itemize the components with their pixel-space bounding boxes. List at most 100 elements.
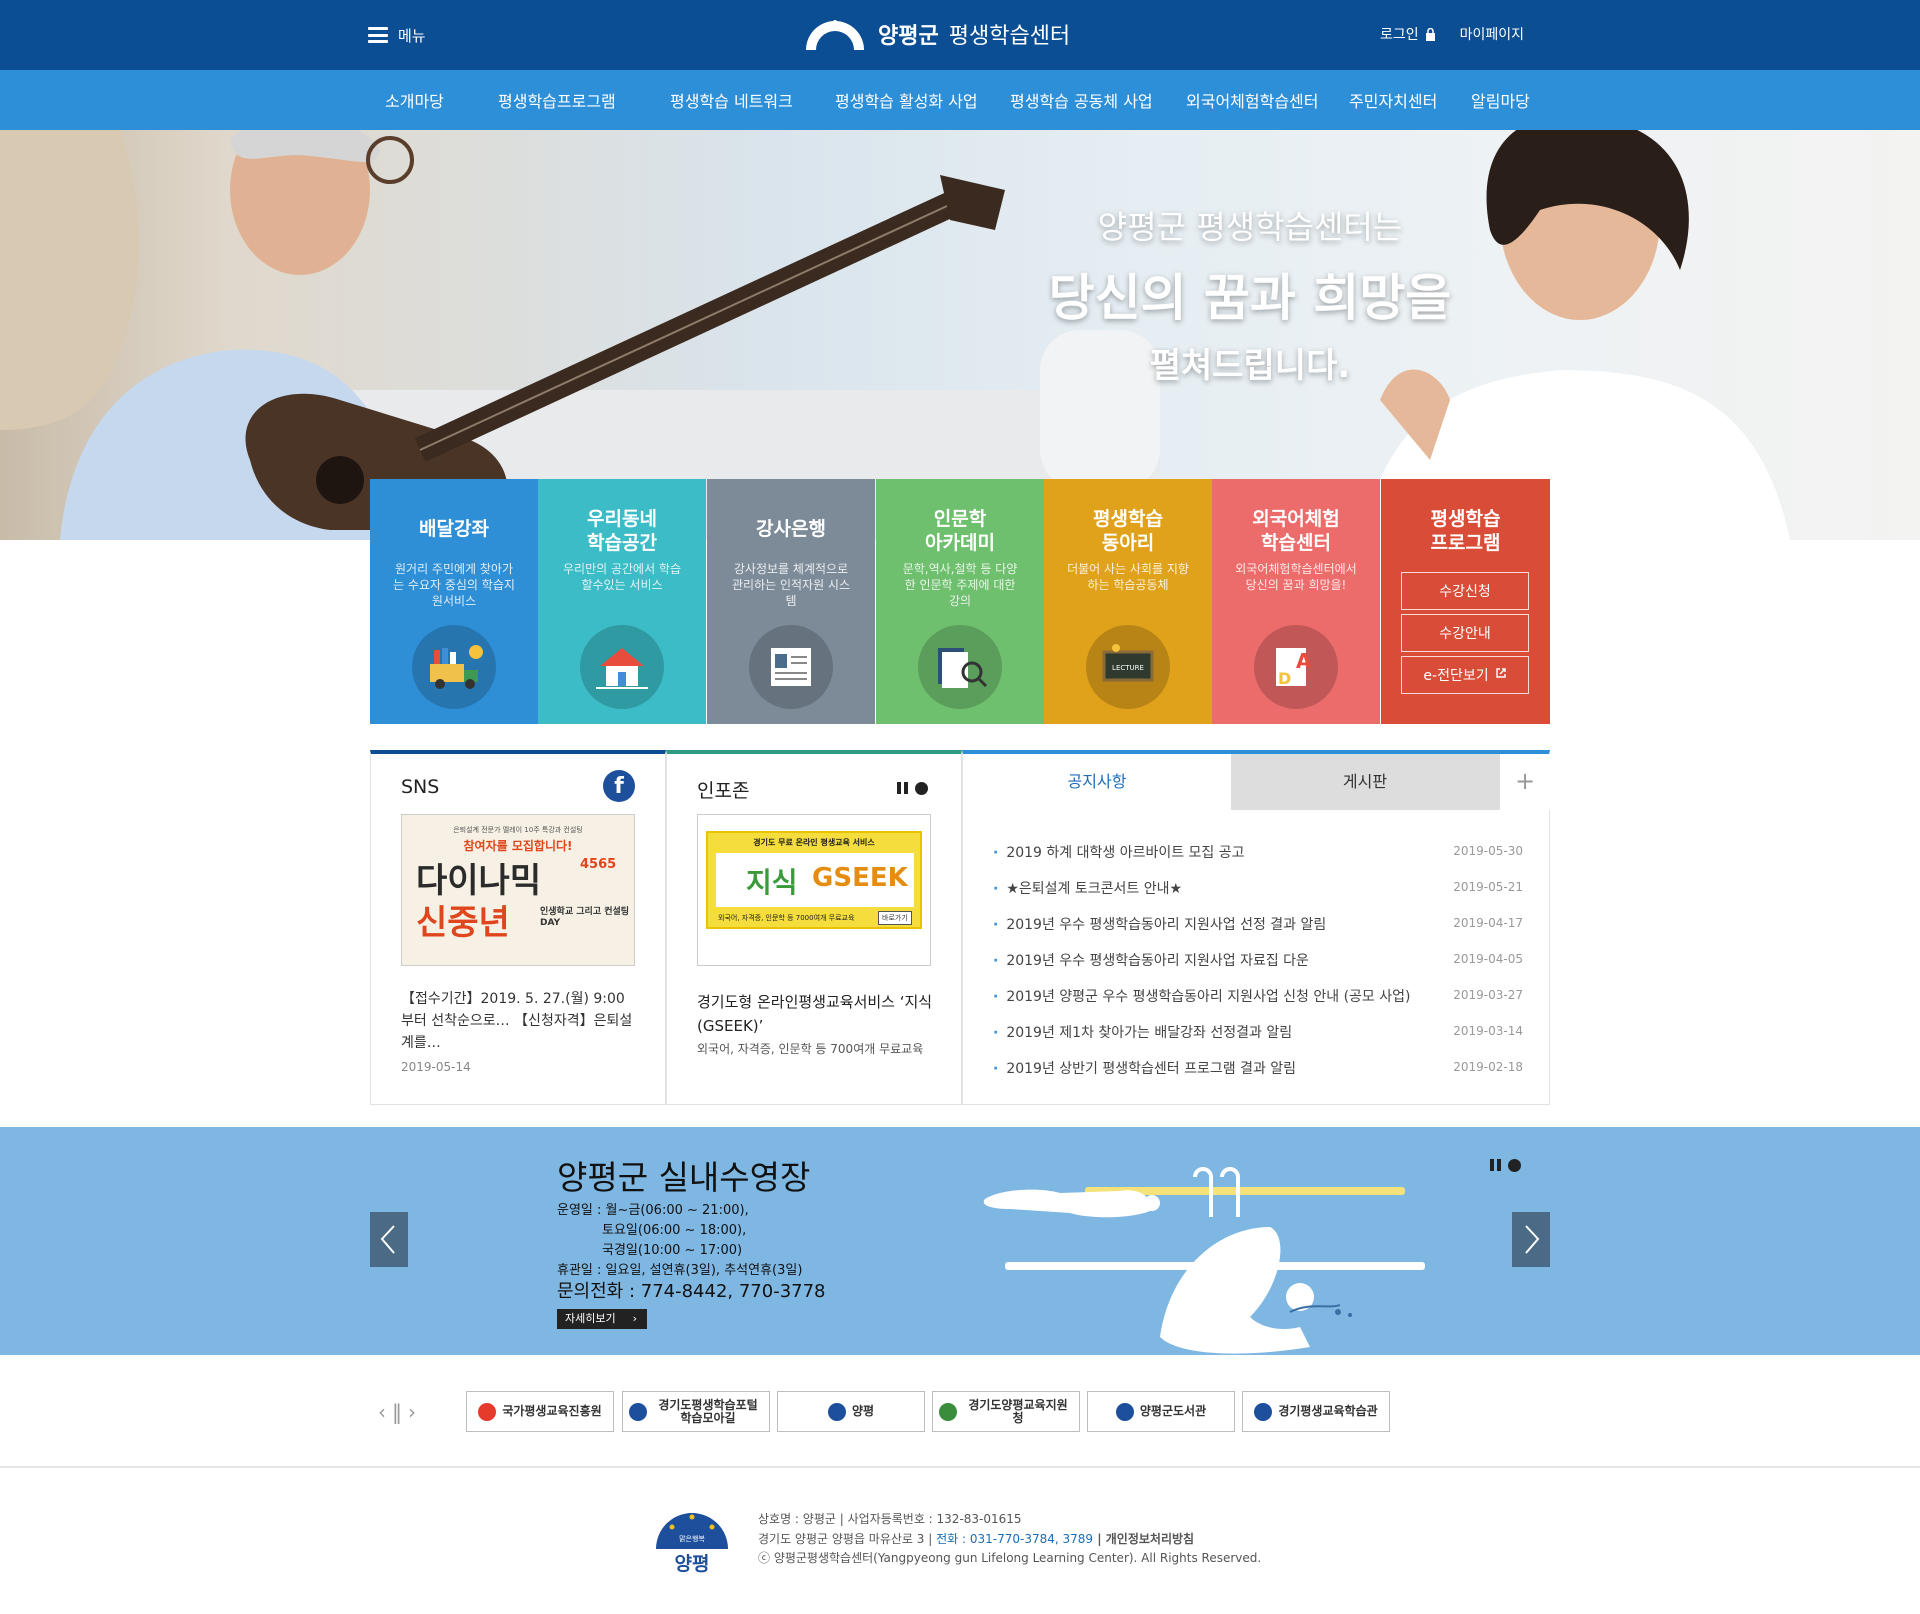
nav-item-community[interactable]: 평생학습 공동체 사업 xyxy=(1010,88,1153,112)
partner-controls: ‹ ‖ › xyxy=(378,1400,428,1424)
tile-lifelong-program: 평생학습 프로그램 수강신청 수강안내 e-전단보기 xyxy=(1381,479,1550,724)
notice-item[interactable]: 2019년 우수 평생학습동아리 지원사업 선정 결과 알림 2019-04-17 xyxy=(993,914,1523,934)
button-label: 수강안내 xyxy=(1439,626,1491,642)
tile-foreign-language-center[interactable]: 외국어체험 학습센터 외국어체험학습센터에서 당신의 꿈과 희망을! A D xyxy=(1212,479,1380,724)
notice-item[interactable]: 2019년 우수 평생학습동아리 지원사업 자료집 다운 2019-04-05 xyxy=(993,950,1523,970)
notice-item[interactable]: 2019년 제1차 찾아가는 배달강좌 선정결과 알림 2019-03-14 xyxy=(993,1022,1523,1042)
nav-item-program[interactable]: 평생학습프로그램 xyxy=(498,88,616,112)
nav-item-intro[interactable]: 소개마당 xyxy=(385,88,444,112)
chevron-right-icon xyxy=(1525,1225,1540,1254)
notice-item-date: 2019-05-21 xyxy=(1453,880,1523,894)
apply-button[interactable]: 수강신청 xyxy=(1401,572,1529,610)
e-flyer-button[interactable]: e-전단보기 xyxy=(1401,656,1529,694)
partner-prev-icon[interactable]: ‹ xyxy=(378,1400,386,1424)
nav-item-network[interactable]: 평생학습 네트워크 xyxy=(670,88,793,112)
notice-item[interactable]: 2019 하계 대학생 아르바이트 모집 공고 2019-05-30 xyxy=(993,842,1523,862)
infozone-banner[interactable]: 경기도 무료 온라인 평생교육 서비스 지식 GSEEK 외국어, 자격증, 인… xyxy=(697,814,931,966)
privacy-policy-link[interactable]: | 개인정보처리방침 xyxy=(1093,1532,1194,1546)
partner-link[interactable]: 경기도양평교육지원청 xyxy=(932,1391,1080,1432)
partner-link[interactable]: 경기평생교육학습관 xyxy=(1242,1391,1390,1432)
gseek-top-text: 경기도 무료 온라인 평생교육 서비스 xyxy=(753,838,875,847)
partner-logo-icon xyxy=(827,1402,846,1421)
user-links: 로그인 마이페이지 xyxy=(1380,24,1524,44)
notice-item-date: 2019-03-27 xyxy=(1453,988,1523,1002)
chevron-right-small-icon: › xyxy=(632,1312,637,1325)
pool-play-dot-icon[interactable] xyxy=(1508,1159,1521,1172)
pool-detail-label: 자세히보기 xyxy=(565,1312,616,1325)
menu-label: 메뉴 xyxy=(398,26,426,45)
nav-item-notice[interactable]: 알림마당 xyxy=(1471,88,1530,112)
partner-name: 양평군도서관 xyxy=(1139,1404,1207,1418)
poster-side-text: 인생학교 그리고 컨설팅DAY xyxy=(540,907,630,928)
partner-name: 국가평생교육진흥원 xyxy=(502,1404,602,1418)
partner-link[interactable]: 양평 xyxy=(777,1391,925,1432)
tile-title: 강사은행 xyxy=(756,518,826,540)
sns-post-text[interactable]: 【접수기간】2019. 5. 27.(월) 9:00 부터 선착순으로… 【신청… xyxy=(401,988,641,1054)
swimmer-illustration xyxy=(983,1167,1425,1354)
more-button[interactable]: + xyxy=(1499,754,1550,810)
gseek-go-button[interactable]: 바로가기 xyxy=(878,911,912,925)
menu-button[interactable]: 메뉴 xyxy=(368,22,426,48)
pool-next-button[interactable] xyxy=(1512,1212,1550,1267)
poster-head-text: 참여자를 모집합니다! xyxy=(463,839,573,853)
login-link[interactable]: 로그인 xyxy=(1380,24,1436,44)
sns-poster[interactable]: 은퇴설계 전문가 멜레이 10주 특강과 컨설팅 참여자를 모집합니다! 다이나… xyxy=(401,814,635,966)
tab-board[interactable]: 게시판 xyxy=(1231,754,1499,810)
notice-item[interactable]: ★은퇴설계 토크콘서트 안내★ 2019-05-21 xyxy=(993,878,1523,898)
nav-item-resident-center[interactable]: 주민자치센터 xyxy=(1349,88,1437,112)
infozone-post-title[interactable]: 경기도형 온라인평생교육서비스 ‘지식(GSEEK)’ xyxy=(697,990,937,1038)
button-label: 수강신청 xyxy=(1439,584,1491,600)
footer-divider xyxy=(0,1466,1920,1468)
pool-prev-button[interactable] xyxy=(370,1212,408,1267)
house-icon xyxy=(580,625,664,709)
tile-delivery-course[interactable]: 배달강좌 원거리 주민에게 찾아가는 수요자 중심의 학습지원서비스 xyxy=(370,479,538,724)
footer-copyright: ⓒ 양평군평생학습센터(Yangpyeong gun Lifelong Lear… xyxy=(758,1551,1262,1565)
notice-item[interactable]: 2019년 상반기 평생학습센터 프로그램 결과 알림 2019-02-18 xyxy=(993,1058,1523,1078)
gseek-bottom-text: 외국어, 자격증, 인문학 등 7000여개 무료교육 xyxy=(718,914,855,922)
books-magnifier-icon xyxy=(918,625,1002,709)
tile-title: 인문학 아카데미 xyxy=(925,508,995,554)
pool-phone: 문의전화 : 774-8442, 770-3778 xyxy=(557,1281,826,1302)
site-logo[interactable]: 양평군 평생학습센터 xyxy=(802,14,1070,54)
pool-title: 양평군 실내수영장 xyxy=(557,1158,811,1197)
notice-item-date: 2019-04-17 xyxy=(1453,916,1523,930)
partner-logo-icon xyxy=(939,1402,957,1421)
tile-title: 외국어체험 학습센터 xyxy=(1252,508,1340,554)
pause-icon[interactable] xyxy=(897,782,909,794)
notice-item[interactable]: 2019년 양평군 우수 평생학습동아리 지원사업 신청 안내 (공모 사업) 2… xyxy=(993,986,1523,1006)
tile-description: 문학,역사,철학 등 다양한 인문학 주제에 대한 강의 xyxy=(902,562,1018,608)
tile-description: 원거리 주민에게 찾아가는 수요자 중심의 학습지원서비스 xyxy=(393,562,515,608)
pool-hours-1: 운영일 : 월~금(06:00 ~ 21:00), xyxy=(557,1203,749,1218)
facebook-icon[interactable]: f xyxy=(603,770,635,802)
infozone-title: 인포존 xyxy=(697,780,750,802)
partner-link[interactable]: 국가평생교육진흥원 xyxy=(466,1391,614,1432)
partner-link[interactable]: 양평군도서관 xyxy=(1087,1391,1235,1432)
pool-pause-icon[interactable] xyxy=(1490,1159,1502,1171)
hero-text-line1: 양평군 평생학습센터는 xyxy=(1097,208,1403,246)
hamburger-icon xyxy=(368,27,388,43)
tile-instructor-bank[interactable]: 강사은행 강사정보를 체계적으로 관리하는 인적자원 시스템 xyxy=(707,479,875,724)
partner-next-icon[interactable]: › xyxy=(408,1400,416,1424)
gseek-korean: 지식 xyxy=(746,866,798,899)
partner-pause-icon[interactable]: ‖ xyxy=(392,1400,402,1424)
guide-button[interactable]: 수강안내 xyxy=(1401,614,1529,652)
nav-item-activation[interactable]: 평생학습 활성화 사업 xyxy=(835,88,978,112)
play-dot-icon[interactable] xyxy=(915,782,928,795)
mypage-link[interactable]: 마이페이지 xyxy=(1460,24,1524,44)
tile-neighborhood-space[interactable]: 우리동네 학습공간 우리만의 공간에서 학습할수있는 서비스 xyxy=(538,479,706,724)
pool-hours-3: 국경일(10:00 ~ 17:00) xyxy=(602,1243,743,1258)
tile-learning-club[interactable]: 평생학습 동아리 더불어 사는 사회를 지향하는 학습공동체 LECTURE xyxy=(1044,479,1212,724)
nav-item-foreign-language[interactable]: 외국어체험학습센터 xyxy=(1186,88,1318,112)
partner-link[interactable]: 경기도평생학습포털 학습모아길 xyxy=(622,1391,770,1432)
tile-humanities-academy[interactable]: 인문학 아카데미문학,역사,철학 등 다양한 인문학 주제에 대한 강의 xyxy=(876,479,1044,724)
tile-title: 평생학습 동아리 xyxy=(1093,508,1163,554)
lecture-board-icon: LECTURE xyxy=(1086,625,1170,709)
pool-detail-button[interactable]: 자세히보기 › xyxy=(557,1309,647,1329)
hero-text-line2: 당신의 꿈과 희망을 xyxy=(1048,269,1452,327)
external-link-icon xyxy=(1495,667,1507,683)
footer-logo-text: 양평 xyxy=(674,1553,710,1575)
svg-text:D: D xyxy=(1278,669,1291,688)
tab-notice[interactable]: 공지사항 xyxy=(963,754,1231,810)
logo-name: 양평군 xyxy=(878,24,939,49)
sns-post-date: 2019-05-14 xyxy=(401,1060,471,1074)
